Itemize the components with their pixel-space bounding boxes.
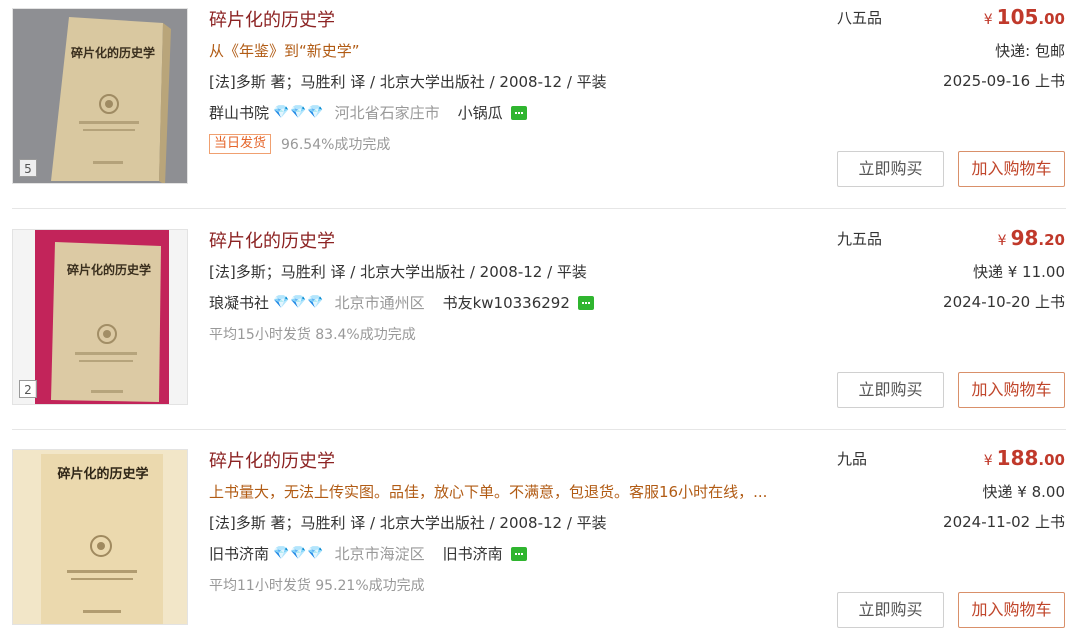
add-to-cart-button[interactable]: 加入购物车: [958, 372, 1065, 408]
shipping-fee: 快递 ¥ 8.00: [982, 483, 1065, 501]
shop-stats: 平均11小时发货 95.21%成功完成: [209, 575, 425, 595]
book-thumbnail[interactable]: 碎片化的历史学: [12, 449, 188, 625]
price: ¥188.00: [984, 446, 1065, 470]
book-thumbnail[interactable]: 碎片化的历史学 2: [12, 229, 188, 405]
shop-level-icon: 💎💎💎: [273, 105, 325, 120]
completion-rate: 平均11小时发货 95.21%成功完成: [209, 578, 425, 594]
buy-now-button[interactable]: 立即购买: [837, 151, 944, 187]
price-decimal: .00: [1038, 451, 1065, 469]
divider: [12, 429, 1066, 430]
book-title-link[interactable]: 碎片化的历史学: [209, 227, 335, 253]
image-count-badge: 2: [19, 380, 37, 398]
buy-now-button[interactable]: 立即购买: [837, 592, 944, 628]
completion-rate: 平均15小时发货 83.4%成功完成: [209, 327, 416, 343]
shipping-fee: 快递 ¥ 11.00: [972, 263, 1065, 281]
book-cover-image: 碎片化的历史学: [13, 450, 187, 624]
add-to-cart-button[interactable]: 加入购物车: [958, 151, 1065, 187]
price-currency: ¥: [983, 12, 993, 28]
price-currency: ¥: [997, 233, 1007, 249]
cover-title: 碎片化的历史学: [67, 262, 151, 277]
chat-icon[interactable]: [510, 546, 527, 561]
condition-label: 九五品: [837, 230, 883, 248]
shop-name-link[interactable]: 旧书济南: [209, 543, 269, 564]
price-decimal: .00: [1038, 10, 1065, 28]
book-title-link[interactable]: 碎片化的历史学: [209, 447, 335, 473]
book-meta: [法]多斯 著；马胜利 译 / 北京大学出版社 / 2008-12 / 平装: [209, 514, 607, 532]
chat-icon[interactable]: [577, 295, 594, 310]
seller-name: 旧书济南: [442, 545, 503, 563]
listing-item: 碎片化的历史学 2 碎片化的历史学 [法]多斯；马胜利 译 / 北京大学出版社 …: [0, 221, 1080, 421]
chat-icon[interactable]: [510, 105, 527, 120]
shipping-fee: 快递: 包邮: [995, 42, 1065, 60]
book-meta: [法]多斯；马胜利 译 / 北京大学出版社 / 2008-12 / 平装: [209, 263, 587, 281]
price-integer: 188: [996, 446, 1039, 470]
price-integer: 105: [996, 5, 1039, 29]
book-thumbnail[interactable]: 碎片化的历史学 5: [12, 8, 188, 184]
book-cover-image: 碎片化的历史学: [13, 230, 187, 404]
buy-now-button[interactable]: 立即购买: [837, 372, 944, 408]
shop-info: 琅凝书社 💎💎💎 北京市通州区 书友kw10336292: [209, 292, 594, 313]
listing-date: 2025-09-16 上书: [943, 72, 1065, 90]
shop-info: 群山书院 💎💎💎 河北省石家庄市 小锅瓜: [209, 102, 527, 123]
book-description: 上书量大，无法上传实图。品佳，放心下单。不满意，包退货。客服16小时在线，...: [209, 483, 768, 501]
shop-location: 北京市海淀区: [334, 545, 425, 563]
listing-date: 2024-10-20 上书: [943, 293, 1065, 311]
shop-stats: 当日发货 96.54%成功完成: [209, 134, 390, 154]
image-count-badge: 5: [19, 159, 37, 177]
cover-title: 碎片化的历史学: [71, 45, 155, 60]
book-subtitle: 从《年鉴》到“新史学”: [209, 42, 360, 60]
shop-name-link[interactable]: 群山书院: [209, 102, 269, 123]
shop-location: 北京市通州区: [334, 294, 425, 312]
listing-item: 碎片化的历史学 碎片化的历史学 上书量大，无法上传实图。品佳，放心下单。不满意，…: [0, 441, 1080, 641]
book-meta: [法]多斯 著；马胜利 译 / 北京大学出版社 / 2008-12 / 平装: [209, 73, 607, 91]
completion-rate: 96.54%成功完成: [281, 137, 391, 153]
price-integer: 98: [1010, 226, 1039, 250]
cover-title: 碎片化的历史学: [57, 466, 148, 482]
condition-label: 八五品: [837, 9, 883, 27]
add-to-cart-button[interactable]: 加入购物车: [958, 592, 1065, 628]
price: ¥105.00: [984, 5, 1065, 29]
same-day-ship-tag: 当日发货: [209, 134, 272, 154]
shop-name-link[interactable]: 琅凝书社: [209, 292, 269, 313]
price-decimal: .20: [1038, 231, 1065, 249]
shop-info: 旧书济南 💎💎💎 北京市海淀区 旧书济南: [209, 543, 527, 564]
seller-name: 书友kw10336292: [442, 294, 570, 312]
shop-level-icon: 💎💎💎: [273, 295, 325, 310]
price: ¥98.20: [998, 226, 1065, 250]
book-cover-image: 碎片化的历史学: [13, 9, 187, 183]
listing-date: 2024-11-02 上书: [943, 513, 1065, 531]
divider: [12, 208, 1066, 209]
listing-item: 碎片化的历史学 5 碎片化的历史学 从《年鉴》到“新史学” [法]多斯 著；马胜…: [0, 0, 1080, 200]
condition-label: 九品: [837, 450, 868, 468]
seller-name: 小锅瓜: [457, 104, 503, 122]
shop-stats: 平均15小时发货 83.4%成功完成: [209, 324, 416, 344]
book-title-link[interactable]: 碎片化的历史学: [209, 6, 335, 32]
shop-level-icon: 💎💎💎: [273, 546, 325, 561]
price-currency: ¥: [983, 453, 993, 469]
shop-location: 河北省石家庄市: [334, 104, 440, 122]
